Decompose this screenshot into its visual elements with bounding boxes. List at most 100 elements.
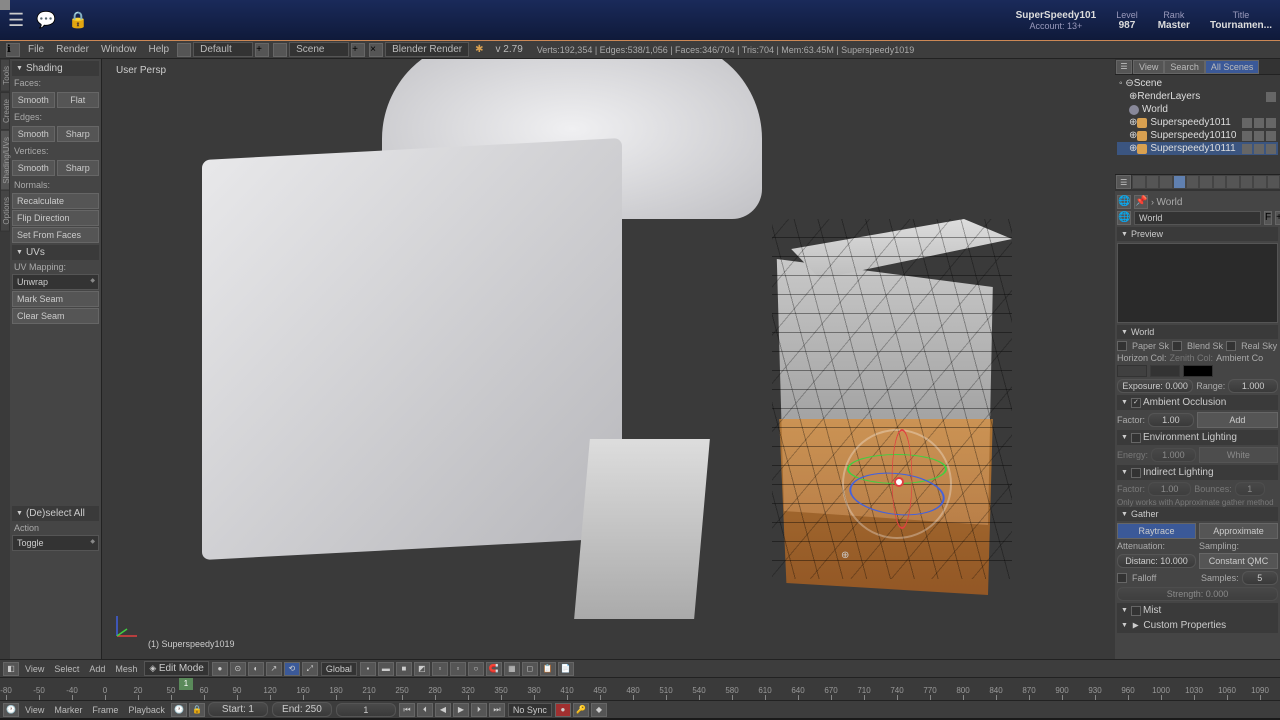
- props-tab-modifiers[interactable]: [1213, 175, 1226, 189]
- vp-add-menu[interactable]: Add: [84, 664, 110, 674]
- use-preview-range-icon[interactable]: 🕐: [171, 703, 187, 717]
- ao-header[interactable]: Ambient Occlusion: [1117, 395, 1278, 410]
- vp-view-menu[interactable]: View: [20, 664, 49, 674]
- edges-smooth-button[interactable]: Smooth: [12, 126, 55, 142]
- ao-check[interactable]: [1131, 398, 1141, 408]
- props-tab-material[interactable]: [1240, 175, 1253, 189]
- scene-add-icon[interactable]: +: [351, 43, 365, 57]
- play-reverse-icon[interactable]: ◀: [435, 703, 451, 717]
- custom-props-header[interactable]: ▼ Custom Properties: [1117, 618, 1278, 633]
- hamburger-icon[interactable]: ☰: [8, 10, 24, 31]
- lock-range-icon[interactable]: 🔒: [189, 703, 205, 717]
- sync-dropdown[interactable]: No Sync: [508, 703, 552, 717]
- props-tab-scene[interactable]: [1159, 175, 1172, 189]
- vp-select-menu[interactable]: Select: [49, 664, 84, 674]
- tab-tools[interactable]: Tools: [0, 59, 10, 92]
- scale-manip-icon[interactable]: ⤢: [302, 662, 318, 676]
- chat-icon[interactable]: 💬: [36, 10, 56, 30]
- vp-mesh-menu[interactable]: Mesh: [110, 664, 142, 674]
- set-from-faces-button[interactable]: Set From Faces: [12, 227, 99, 243]
- gather-header[interactable]: Gather: [1117, 507, 1278, 521]
- lock-icon[interactable]: 🔒: [68, 10, 88, 30]
- tl-view-menu[interactable]: View: [20, 705, 49, 715]
- end-frame-field[interactable]: End: 250: [272, 702, 332, 717]
- tab-options[interactable]: Options: [0, 190, 10, 232]
- playhead[interactable]: 1: [186, 678, 187, 682]
- keyframe-next-icon[interactable]: ⏵: [471, 703, 487, 717]
- tl-frame-menu[interactable]: Frame: [87, 705, 123, 715]
- menu-file[interactable]: File: [22, 44, 50, 55]
- props-editor-icon[interactable]: ☰: [1116, 175, 1131, 189]
- mark-seam-button[interactable]: Mark Seam: [12, 291, 99, 307]
- scene-browse-icon[interactable]: [273, 43, 287, 57]
- snap-icon[interactable]: 🧲: [486, 662, 502, 676]
- jump-end-icon[interactable]: ⏭: [489, 703, 505, 717]
- scene-del-icon[interactable]: ×: [369, 43, 383, 57]
- insert-key-icon[interactable]: ◆: [591, 703, 607, 717]
- scene-dropdown[interactable]: Scene: [289, 42, 349, 57]
- tl-marker-menu[interactable]: Marker: [49, 705, 87, 715]
- keying-set-icon[interactable]: 🔑: [573, 703, 589, 717]
- tree-renderlayers[interactable]: ⊕RenderLayers: [1117, 90, 1278, 103]
- orientation-dropdown[interactable]: Global: [321, 662, 357, 676]
- snap-target-icon[interactable]: ▦: [504, 662, 520, 676]
- verts-sharp-button[interactable]: Sharp: [57, 160, 100, 176]
- layout-add-icon[interactable]: +: [255, 43, 269, 57]
- vert-select-icon[interactable]: ▪: [360, 662, 376, 676]
- shading-header[interactable]: Shading: [12, 61, 99, 76]
- samples-field[interactable]: 5: [1242, 571, 1278, 585]
- proportional-edit-icon[interactable]: ○: [468, 662, 484, 676]
- render-border-icon[interactable]: ◻: [522, 662, 538, 676]
- current-frame-field[interactable]: 1: [336, 703, 396, 717]
- range-field[interactable]: 1.000: [1228, 379, 1278, 393]
- faces-flat-button[interactable]: Flat: [57, 92, 100, 108]
- recalc-normals-button[interactable]: Recalculate: [12, 193, 99, 209]
- uvs-header[interactable]: UVs: [12, 245, 99, 260]
- tree-item-1[interactable]: ⊕Superspeedy10110: [1117, 129, 1278, 142]
- indirect-check[interactable]: [1131, 468, 1141, 478]
- indirect-lighting-header[interactable]: Indirect Lighting: [1117, 465, 1278, 480]
- manipulator-toggle[interactable]: ◐: [248, 662, 264, 676]
- mist-check[interactable]: [1131, 606, 1141, 616]
- world-name-input[interactable]: [1134, 211, 1261, 225]
- props-tab-texture[interactable]: [1253, 175, 1266, 189]
- jump-start-icon[interactable]: ⏮: [399, 703, 415, 717]
- ambient-color-swatch[interactable]: [1183, 365, 1213, 377]
- mode-dropdown[interactable]: ◈ Edit Mode: [144, 661, 208, 676]
- edge-select-icon[interactable]: ▬: [378, 662, 394, 676]
- props-tab-layers[interactable]: [1146, 175, 1159, 189]
- props-tab-physics[interactable]: [1267, 175, 1280, 189]
- distance-field[interactable]: Distanc: 10.000: [1117, 554, 1196, 568]
- qmc-dropdown[interactable]: Constant QMC: [1199, 553, 1278, 569]
- last-op-header[interactable]: (De)select All: [12, 506, 99, 521]
- timeline-ruler[interactable]: -80-50-400205060901201601802102502803203…: [0, 678, 1280, 700]
- pivot-icon[interactable]: ⊙: [230, 662, 246, 676]
- editor-type-icon[interactable]: ◧: [3, 662, 19, 676]
- limit-selection-icon[interactable]: ◩: [414, 662, 430, 676]
- blend-sky-check[interactable]: [1172, 341, 1182, 351]
- rotation-gizmo[interactable]: [842, 429, 962, 549]
- world-fake-user-button[interactable]: F: [1264, 211, 1272, 225]
- props-tab-constraints[interactable]: [1199, 175, 1212, 189]
- tree-item-0[interactable]: ⊕Superspeedy1011: [1117, 116, 1278, 129]
- rotate-manip-icon[interactable]: ⟲: [284, 662, 300, 676]
- world-browse-icon[interactable]: 🌐: [1117, 211, 1131, 225]
- menu-help[interactable]: Help: [143, 44, 176, 55]
- layout-dropdown[interactable]: Default: [193, 42, 253, 57]
- preview-header[interactable]: Preview: [1117, 227, 1278, 241]
- raytrace-button[interactable]: Raytrace: [1117, 523, 1196, 539]
- paper-sky-check[interactable]: [1117, 341, 1127, 351]
- shading-mode-icon[interactable]: ●: [212, 662, 228, 676]
- play-icon[interactable]: ▶: [453, 703, 469, 717]
- falloff-check[interactable]: [1117, 573, 1127, 583]
- horizon-color-swatch[interactable]: [1117, 365, 1147, 377]
- copy-icon[interactable]: 📋: [540, 662, 556, 676]
- world-section-header[interactable]: World: [1117, 325, 1278, 339]
- clear-seam-button[interactable]: Clear Seam: [12, 308, 99, 324]
- faces-smooth-button[interactable]: Smooth: [12, 92, 55, 108]
- paste-icon[interactable]: 📄: [558, 662, 574, 676]
- zenith-color-swatch[interactable]: [1150, 365, 1180, 377]
- flip-direction-button[interactable]: Flip Direction: [12, 210, 99, 226]
- engine-dropdown[interactable]: Blender Render: [385, 42, 469, 57]
- props-tab-data[interactable]: [1226, 175, 1239, 189]
